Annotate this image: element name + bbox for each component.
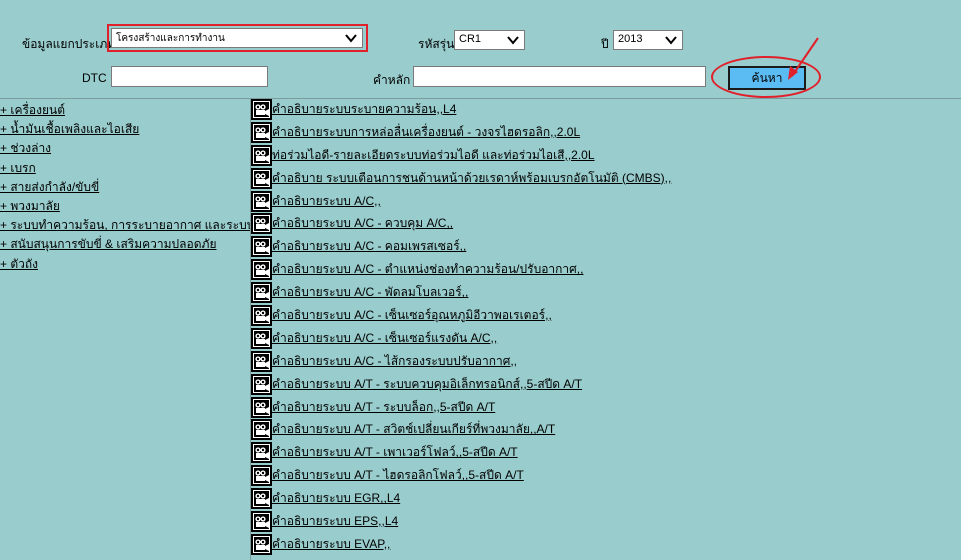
document-link[interactable]: ท่อร่วมไอดี-รายละเอียดระบบท่อร่วมไอดี แล… <box>272 146 595 165</box>
document-link[interactable]: คำอธิบายระบบ A/C - พัดลมโบลเวอร์,, <box>272 283 468 302</box>
year-select[interactable]: 2013 <box>613 30 683 50</box>
chevron-down-icon <box>665 36 677 45</box>
document-link[interactable]: คำอธิบายระบบ A/C - เซ็นเซอร์อุณหภูมิอีวา… <box>272 306 552 325</box>
document-row[interactable]: คำอธิบายระบบ A/T - ไฮดรอลิกโฟลว์,,5-สปีด… <box>251 464 961 487</box>
chevron-down-icon <box>507 36 519 45</box>
keyword-input[interactable] <box>413 66 706 87</box>
keyword-label: คำหลัก <box>373 73 411 87</box>
video-camera-icon <box>251 98 272 120</box>
video-camera-icon <box>251 304 272 326</box>
video-camera-icon <box>251 510 272 532</box>
video-camera-icon <box>251 144 272 166</box>
document-row[interactable]: คำอธิบายระบบ A/C - เซ็นเซอร์แรงดัน A/C,, <box>251 327 961 350</box>
document-link[interactable]: คำอธิบายระบบ A/C - ตำแหน่งช่องทำความร้อน… <box>272 260 583 279</box>
video-camera-icon <box>251 442 272 464</box>
document-row[interactable]: คำอธิบายระบบ A/C,, <box>251 190 961 213</box>
document-row[interactable]: คำอธิบายระบบ A/C - พัดลมโบลเวอร์,, <box>251 281 961 304</box>
document-row[interactable]: คำอธิบายระบบ A/C - เซ็นเซอร์อุณหภูมิอีวา… <box>251 304 961 327</box>
document-row[interactable]: คำอธิบายระบบ A/C - ตำแหน่งช่องทำความร้อน… <box>251 258 961 281</box>
year-label: ปี <box>601 37 609 51</box>
document-row[interactable]: คำอธิบายระบบ A/T - ระบบล็อก,,5-สปีด A/T <box>251 396 961 419</box>
document-row[interactable]: คำอธิบายระบบการหล่อลื่นเครื่องยนต์ - วงจ… <box>251 121 961 144</box>
document-list: คำอธิบายระบบระบายความร้อน,,L4 คำอธิบายระบ… <box>251 98 961 556</box>
category-item[interactable]: + ระบบทำความร้อน, การระบายอากาศ และระบบป… <box>0 216 250 235</box>
category-tree: + เครื่องยนต์ + น้ำมันเชื้อเพลิงและไอเสีย… <box>0 101 250 274</box>
document-row[interactable]: คำอธิบายระบบ A/T - สวิตช์เปลี่ยนเกียร์ที… <box>251 418 961 441</box>
document-row[interactable]: คำอธิบายระบบ A/C - ควบคุม A/C,, <box>251 212 961 235</box>
dtc-label: DTC <box>82 71 107 85</box>
category-item[interactable]: + เครื่องยนต์ <box>0 101 250 120</box>
video-camera-icon <box>251 327 272 349</box>
document-link[interactable]: คำอธิบายระบบ EPS,,L4 <box>272 512 398 531</box>
document-row[interactable]: คำอธิบาย ระบบเตือนการชนด้านหน้าด้วยเรดาห… <box>251 167 961 190</box>
document-link[interactable]: คำอธิบายระบบ A/T - ไฮดรอลิกโฟลว์,,5-สปีด… <box>272 466 524 485</box>
document-row[interactable]: คำอธิบายระบบ A/C - คอมเพรสเซอร์,, <box>251 235 961 258</box>
document-link[interactable]: คำอธิบายระบบ A/C - เซ็นเซอร์แรงดัน A/C,, <box>272 329 497 348</box>
video-camera-icon <box>251 419 272 441</box>
video-camera-icon <box>251 282 272 304</box>
category-item[interactable]: + สนับสนุนการขับขี่ & เสริมความปลอดภัย <box>0 235 250 254</box>
category-item[interactable]: + น้ำมันเชื้อเพลิงและไอเสีย <box>0 120 250 139</box>
video-camera-icon <box>251 236 272 258</box>
document-row[interactable]: คำอธิบายระบบระบายความร้อน,,L4 <box>251 98 961 121</box>
document-link[interactable]: คำอธิบาย ระบบเตือนการชนด้านหน้าด้วยเรดาห… <box>272 169 671 188</box>
document-row[interactable]: คำอธิบายระบบ A/T - เพาเวอร์โฟลว์,,5-สปีด… <box>251 441 961 464</box>
video-camera-icon <box>251 396 272 418</box>
video-camera-icon <box>251 167 272 189</box>
document-link[interactable]: คำอธิบายระบบ A/C - ไส้กรองระบบปรับอากาศ,… <box>272 352 517 371</box>
video-camera-icon <box>251 190 272 212</box>
document-link[interactable]: คำอธิบายระบบ A/T - ระบบควบคุมอิเล็กทรอนิ… <box>272 375 582 394</box>
document-link[interactable]: คำอธิบายระบบ A/C,, <box>272 192 381 211</box>
document-row[interactable]: คำอธิบายระบบ EGR,,L4 <box>251 487 961 510</box>
video-camera-icon <box>251 465 272 487</box>
red-arrow-annotation <box>788 37 819 80</box>
category-label: ข้อมูลแยกประเภท <box>22 37 116 51</box>
dtc-input[interactable] <box>111 66 268 87</box>
video-camera-icon <box>251 350 272 372</box>
video-camera-icon <box>251 121 272 143</box>
category-item[interactable]: + ตัวถัง <box>0 255 250 274</box>
model-select-value: CR1 <box>459 33 482 45</box>
model-label: รหัสรุ่น <box>418 37 455 51</box>
category-item[interactable]: + สายส่งกำลัง/ขับขี่ <box>0 178 250 197</box>
category-item[interactable]: + ช่วงล่าง <box>0 139 250 158</box>
document-link[interactable]: คำอธิบายระบบระบายความร้อน,,L4 <box>272 100 456 119</box>
document-link[interactable]: คำอธิบายระบบ A/C - คอมเพรสเซอร์,, <box>272 237 466 256</box>
document-row[interactable]: คำอธิบายระบบ EPS,,L4 <box>251 510 961 533</box>
year-select-value: 2013 <box>618 33 643 45</box>
video-camera-icon <box>251 373 272 395</box>
video-camera-icon <box>251 533 272 555</box>
category-item[interactable]: + เบรก <box>0 159 250 178</box>
document-row[interactable]: คำอธิบายระบบ A/T - ระบบควบคุมอิเล็กทรอนิ… <box>251 373 961 396</box>
document-link[interactable]: คำอธิบายระบบ EGR,,L4 <box>272 489 400 508</box>
document-link[interactable]: คำอธิบายระบบการหล่อลื่นเครื่องยนต์ - วงจ… <box>272 123 580 142</box>
document-link[interactable]: คำอธิบายระบบ A/T - สวิตช์เปลี่ยนเกียร์ที… <box>272 420 555 439</box>
category-highlight-box <box>107 24 368 52</box>
video-camera-icon <box>251 488 272 510</box>
document-row[interactable]: ท่อร่วมไอดี-รายละเอียดระบบท่อร่วมไอดี แล… <box>251 144 961 167</box>
video-camera-icon <box>251 259 272 281</box>
video-camera-icon <box>251 213 272 235</box>
document-row[interactable]: คำอธิบายระบบ A/C - ไส้กรองระบบปรับอากาศ,… <box>251 350 961 373</box>
document-row[interactable]: คำอธิบายระบบ EVAP,, <box>251 533 961 556</box>
document-link[interactable]: คำอธิบายระบบ A/T - ระบบล็อก,,5-สปีด A/T <box>272 398 495 417</box>
document-link[interactable]: คำอธิบายระบบ A/C - ควบคุม A/C,, <box>272 214 453 233</box>
category-item[interactable]: + พวงมาลัย <box>0 197 250 216</box>
model-select[interactable]: CR1 <box>454 30 525 50</box>
document-link[interactable]: คำอธิบายระบบ EVAP,, <box>272 535 390 554</box>
document-link[interactable]: คำอธิบายระบบ A/T - เพาเวอร์โฟลว์,,5-สปีด… <box>272 443 518 462</box>
